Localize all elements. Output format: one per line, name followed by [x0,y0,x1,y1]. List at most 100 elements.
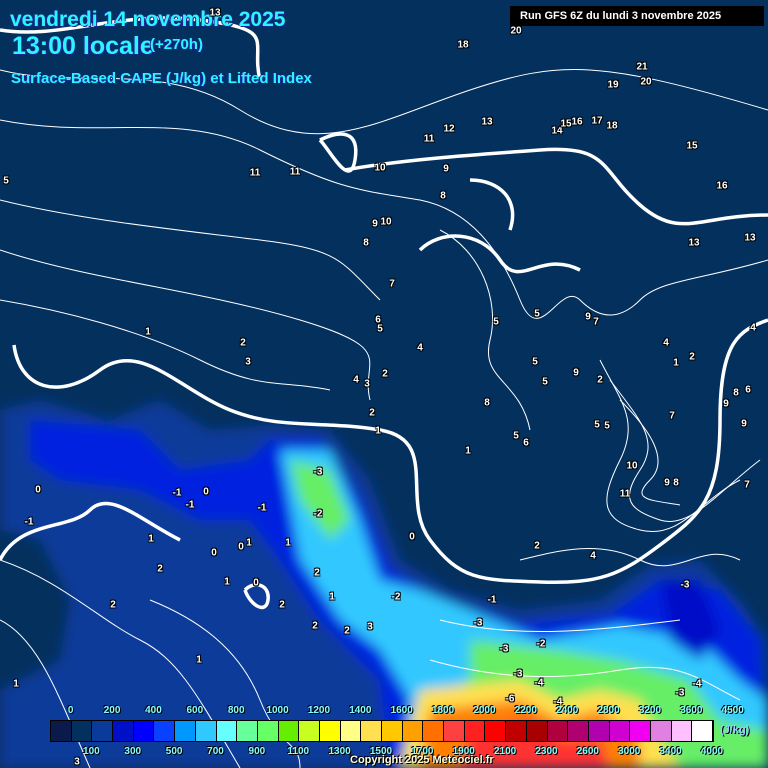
lifted-index-label: 20 [640,76,652,88]
legend-swatch [216,721,238,741]
lifted-index-label: 0 [203,486,209,498]
legend-tick-label: 700 [207,746,224,757]
legend-swatch [257,721,279,741]
lifted-index-label: 9 [664,477,670,489]
legend-swatch [133,721,155,741]
lifted-index-label: 0 [211,547,217,559]
lifted-index-label: 5 [604,420,610,432]
legend-tick-label: 4500 [721,705,744,716]
legend-tick-label: 1800 [431,705,455,716]
legend-swatch [175,721,196,741]
cape-field [0,16,768,768]
lifted-index-label: 8 [733,387,739,399]
legend-swatch [547,721,569,741]
copyright: Copyright 2025 Meteociel.fr [350,754,494,766]
legend-swatch [423,721,445,741]
lifted-index-label: -3 [680,579,690,591]
lifted-index-label: 9 [573,367,579,379]
lifted-index-label: 4 [353,374,359,386]
legend-swatch [568,721,589,741]
legend-swatch [588,721,610,741]
lifted-index-label: 6 [745,384,751,396]
lifted-index-label: 10 [380,216,392,228]
lifted-index-label: 2 [110,599,116,611]
lifted-index-label: -2 [391,591,401,603]
legend-swatch [506,721,527,741]
legend-swatch [299,721,320,741]
legend-swatch [237,721,258,741]
lifted-index-label: -1 [257,502,267,514]
lifted-index-label: 8 [440,190,446,202]
lifted-index-label: -2 [313,508,323,520]
legend-tick-label: 1600 [390,705,413,716]
legend-tick-label: 2600 [576,746,599,757]
lifted-index-label: 5 [3,175,9,187]
lifted-index-label: 4 [417,342,423,354]
lifted-index-label: -2 [536,638,546,650]
lifted-index-label: 5 [377,323,383,335]
lifted-index-label: 2 [597,374,603,386]
lifted-index-label: -1 [185,499,195,511]
legend-unit: (J/kg) [720,724,750,736]
legend-tick-label: 800 [227,705,245,716]
parameter-title: Surface-Based CAPE (J/kg) et Lifted Inde… [11,70,312,87]
lifted-index-label: 0 [253,577,259,589]
lifted-index-label: 13 [688,237,700,249]
legend-swatch [464,721,486,741]
legend-tick-label: 2100 [494,746,517,757]
lifted-index-label: 11 [423,133,435,145]
lifted-index-label: 5 [532,356,538,368]
lifted-index-label: -3 [675,687,685,699]
lifted-index-label: 2 [157,563,163,575]
lifted-index-label: 17 [591,115,603,127]
lifted-index-label: -3 [499,643,509,655]
lifted-index-label: 2 [382,368,388,380]
legend-tick-label: 2000 [473,705,496,716]
legend-tick-label: 2200 [514,705,537,716]
lifted-index-label: 3 [74,756,80,768]
legend-swatch [444,721,465,741]
lifted-index-label: 7 [744,479,750,491]
legend-swatch [609,721,631,741]
legend-swatch [71,721,93,741]
legend-tick-label: 1300 [328,746,351,757]
legend-tick-label: 1400 [349,705,372,716]
lifted-index-label: 9 [741,418,747,430]
legend-tick-label: 0 [67,705,74,716]
lifted-index-label: 15 [686,140,698,152]
lifted-index-label: 2 [314,567,320,579]
lifted-index-label: -4 [692,678,702,690]
lifted-index-label: 4 [663,337,669,349]
lifted-index-label: 18 [606,120,618,132]
legend-swatch [154,721,176,741]
forecast-lead-time: (+270h) [150,36,203,53]
lifted-index-label: 8 [673,477,679,489]
lifted-index-label: 5 [513,430,519,442]
lifted-index-label: 10 [374,162,386,174]
lifted-index-label: 13 [744,232,756,244]
legend-tick-label: 200 [103,705,121,716]
lifted-index-label: 9 [585,311,591,323]
legend-tick-label: 2400 [556,705,579,716]
lifted-index-label: -6 [505,693,515,705]
lifted-index-label: 1 [465,445,471,457]
lifted-index-label: 21 [636,61,648,73]
legend-swatch [402,721,424,741]
lifted-index-label: 1 [196,654,202,666]
lifted-index-label: 0 [35,484,41,496]
lifted-index-label: -1 [172,487,182,499]
lifted-index-label: -1 [487,594,497,606]
lifted-index-label: 1 [673,357,679,369]
legend-tick-label: 2300 [535,746,558,757]
weather-map: vendredi 14 novembre 2025 13:00 locale (… [0,0,768,768]
legend-tick-label: 3600 [680,705,703,716]
legend-tick-label: 1000 [266,705,289,716]
lifted-index-label: 2 [312,620,318,632]
legend-tick-label: 1200 [307,705,331,716]
lifted-index-label: -3 [473,617,483,629]
legend-swatch [382,721,403,741]
legend-tick-label: 3400 [659,746,682,757]
lifted-index-label: 2 [240,337,246,349]
legend-swatch [630,721,651,741]
lifted-index-label: 8 [363,237,369,249]
